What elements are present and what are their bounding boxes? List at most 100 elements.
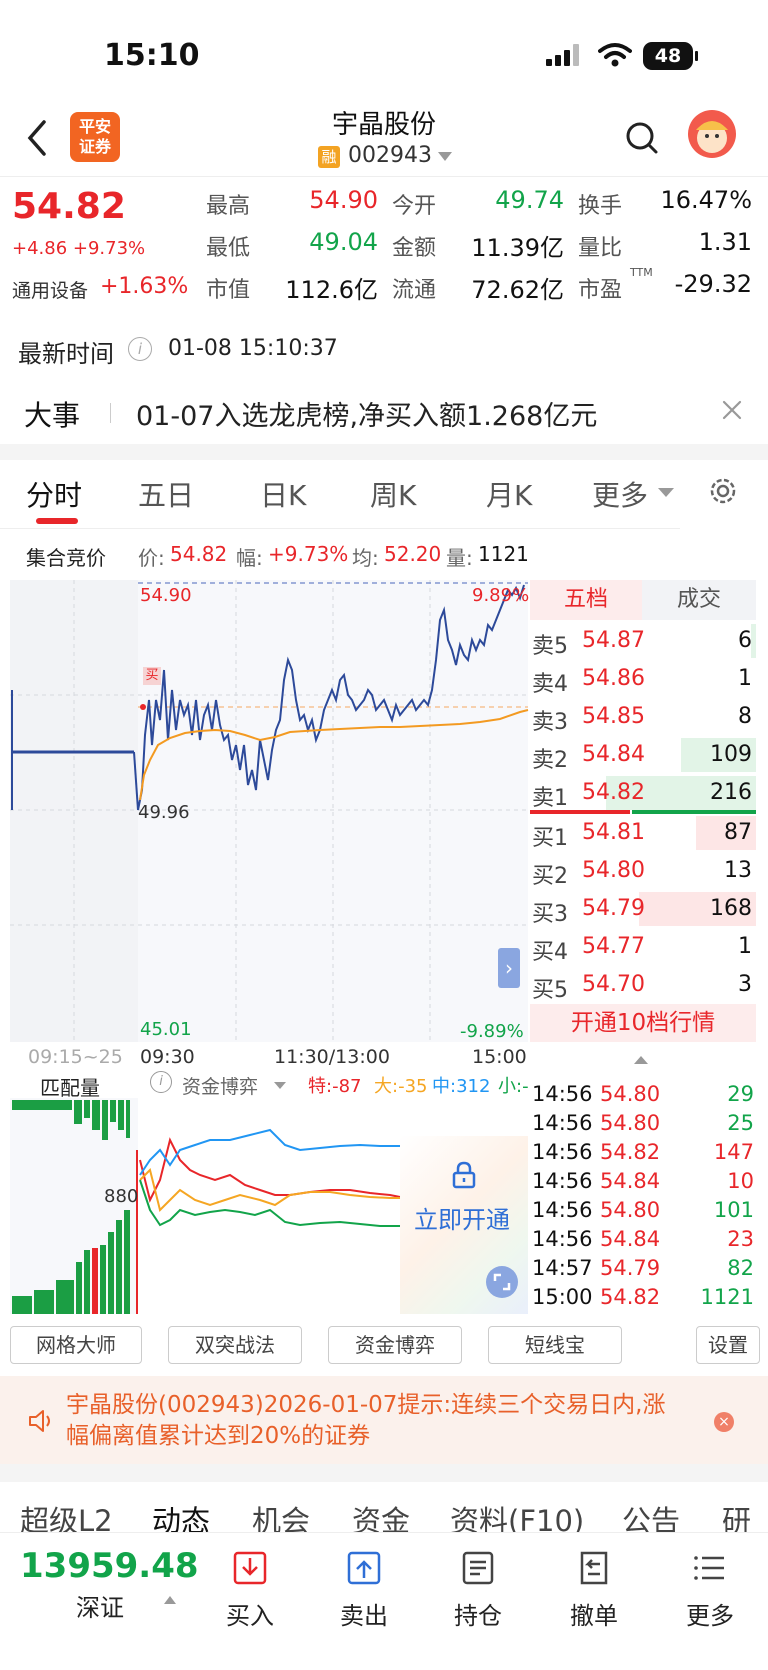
capital-flow-item: 特:-87 bbox=[308, 1072, 361, 1098]
buy-button[interactable]: 买入 bbox=[210, 1550, 290, 1631]
trade-volume: 23 bbox=[727, 1227, 754, 1251]
buy-label: 买入 bbox=[226, 1602, 274, 1630]
trade-volume: 82 bbox=[727, 1256, 754, 1280]
trade-price: 54.80 bbox=[600, 1111, 661, 1135]
trade-volume: 101 bbox=[713, 1198, 754, 1222]
sell-button[interactable]: 卖出 bbox=[324, 1550, 404, 1631]
ask-row[interactable]: 卖4 54.86 1 bbox=[530, 660, 756, 698]
capital-flow-item: 大:-35 bbox=[374, 1072, 427, 1098]
capital-flow-label: 小: bbox=[498, 1076, 523, 1097]
bid-row[interactable]: 买2 54.80 13 bbox=[530, 852, 756, 890]
order-volume: 6 bbox=[738, 628, 752, 653]
chart-high-pct: 9.89% bbox=[472, 585, 530, 606]
chart-low-pct: -9.89% bbox=[460, 1021, 524, 1042]
order-price: 54.79 bbox=[582, 896, 645, 921]
tab-order-book[interactable]: 五档 bbox=[530, 580, 642, 620]
capital-flow-value: -35 bbox=[398, 1076, 428, 1097]
order-level-label: 买5 bbox=[532, 978, 568, 1003]
order-price: 54.84 bbox=[582, 742, 645, 767]
trade-price: 54.84 bbox=[600, 1169, 661, 1193]
trade-row: 14:56 54.80 25 bbox=[532, 1111, 754, 1140]
price-line bbox=[137, 584, 525, 811]
trade-row: 14:56 54.80 101 bbox=[532, 1198, 754, 1227]
info-icon[interactable]: i bbox=[150, 1071, 172, 1093]
unlock-button[interactable]: 立即开通 bbox=[414, 1200, 510, 1235]
grid-master-button[interactable]: 网格大师 bbox=[10, 1326, 142, 1364]
order-level-label: 卖2 bbox=[532, 748, 568, 773]
ask-row[interactable]: 卖2 54.84 109 bbox=[530, 736, 756, 774]
bid-row[interactable]: 买4 54.77 1 bbox=[530, 928, 756, 966]
trade-price: 54.82 bbox=[600, 1140, 661, 1164]
lock-icon bbox=[452, 1161, 476, 1189]
tool-settings-button[interactable]: 设置 bbox=[696, 1326, 760, 1364]
ask-row[interactable]: 卖5 54.87 6 bbox=[530, 622, 756, 660]
time-axis-open: 09:30 bbox=[140, 1046, 195, 1068]
capital-flow-label: 中: bbox=[432, 1076, 457, 1097]
chart-low-price: 45.01 bbox=[140, 1019, 192, 1040]
speaker-icon bbox=[29, 1410, 50, 1432]
order-volume: 3 bbox=[738, 972, 752, 997]
trade-price: 54.80 bbox=[600, 1082, 661, 1106]
order-volume: 1 bbox=[738, 666, 752, 691]
holdings-icon bbox=[462, 1551, 494, 1585]
trade-volume: 25 bbox=[727, 1111, 754, 1135]
trade-row: 14:56 54.82 147 bbox=[532, 1140, 754, 1169]
holdings-button[interactable]: 持仓 bbox=[438, 1550, 518, 1631]
order-level-label: 卖3 bbox=[532, 710, 568, 735]
ask-bid-separator-red bbox=[530, 810, 630, 814]
capital-flow-value: -87 bbox=[332, 1076, 362, 1097]
bid-row[interactable]: 买5 54.70 3 bbox=[530, 966, 756, 1004]
capital-flow-value: 312 bbox=[456, 1076, 491, 1097]
capital-flow-label: 特: bbox=[308, 1076, 333, 1097]
trade-row: 14:57 54.79 82 bbox=[532, 1256, 754, 1285]
order-price: 54.77 bbox=[582, 934, 645, 959]
bid-row[interactable]: 买1 54.81 87 bbox=[530, 814, 756, 852]
ask-bid-separator-green bbox=[632, 810, 756, 814]
chevron-up-icon[interactable] bbox=[634, 1056, 648, 1064]
time-axis-pre: 09:15~25 bbox=[28, 1046, 123, 1068]
trade-time: 14:56 bbox=[532, 1140, 593, 1164]
order-level-label: 卖5 bbox=[532, 634, 568, 659]
ask-row[interactable]: 卖3 54.85 8 bbox=[530, 698, 756, 736]
trade-time: 14:56 bbox=[532, 1169, 593, 1193]
upgrade-level10-button[interactable]: 开通10档行情 bbox=[530, 1004, 756, 1042]
trade-time: 14:56 bbox=[532, 1198, 593, 1222]
capital-flow-item: 中:312 bbox=[432, 1072, 490, 1098]
capital-flow-item: 小:- bbox=[498, 1072, 528, 1098]
tab-trades[interactable]: 成交 bbox=[642, 580, 756, 620]
order-price: 54.81 bbox=[582, 820, 645, 845]
sell-icon bbox=[347, 1551, 381, 1585]
capital-game-button[interactable]: 资金博弈 bbox=[328, 1326, 462, 1364]
index-value[interactable]: 13959.48 bbox=[20, 1546, 199, 1586]
pre-market-volume-bars bbox=[12, 1100, 130, 1314]
order-volume: 1 bbox=[738, 934, 752, 959]
index-name[interactable]: 深证 bbox=[76, 1588, 124, 1623]
chevron-down-icon[interactable] bbox=[274, 1082, 286, 1089]
double-breakout-button[interactable]: 双突战法 bbox=[168, 1326, 302, 1364]
chart-high-price: 54.90 bbox=[140, 585, 192, 606]
medium-flow-line bbox=[139, 1128, 400, 1176]
menu-icon bbox=[694, 1556, 724, 1580]
order-volume: 13 bbox=[724, 858, 752, 883]
fullscreen-icon[interactable] bbox=[486, 1266, 518, 1298]
close-icon[interactable]: × bbox=[714, 1412, 734, 1432]
trade-volume: 147 bbox=[713, 1140, 754, 1164]
capital-flow-label: 大: bbox=[374, 1076, 399, 1097]
order-volume: 109 bbox=[710, 742, 752, 767]
time-axis-mid: 11:30/13:00 bbox=[274, 1046, 390, 1068]
short-line-button[interactable]: 短线宝 bbox=[488, 1326, 622, 1364]
cancel-order-button[interactable]: 撤单 bbox=[554, 1550, 634, 1631]
trade-price: 54.79 bbox=[600, 1256, 661, 1280]
order-level-label: 买3 bbox=[532, 902, 568, 927]
trade-time: 14:56 bbox=[532, 1111, 593, 1135]
chevron-up-icon[interactable] bbox=[164, 1596, 176, 1604]
buy-marker[interactable]: 买 bbox=[143, 667, 161, 685]
ask-row[interactable]: 卖1 54.82 216 bbox=[530, 774, 756, 812]
notice-text: 宇晶股份(002943)2026-01-07提示:连续三个交易日内,涨幅偏离值累… bbox=[66, 1392, 666, 1449]
chevron-right-icon[interactable]: › bbox=[498, 948, 520, 988]
trade-volume: 29 bbox=[727, 1082, 754, 1106]
order-level-label: 卖1 bbox=[532, 786, 568, 811]
bid-row[interactable]: 买3 54.79 168 bbox=[530, 890, 756, 928]
more-button[interactable]: 更多 bbox=[670, 1550, 750, 1631]
capital-flow-selector[interactable]: 资金博弈 bbox=[182, 1072, 258, 1099]
